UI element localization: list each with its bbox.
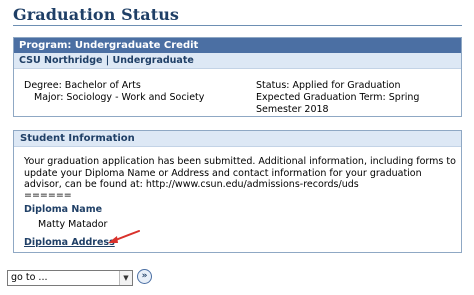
diploma-address-link[interactable]: Diploma Address xyxy=(24,237,115,249)
title-divider xyxy=(13,25,462,26)
chevron-down-icon[interactable]: ▼ xyxy=(119,271,132,285)
goto-selected-value: go to ... xyxy=(11,272,48,283)
graduation-message: Your graduation application has been sub… xyxy=(24,156,456,190)
degree-text: Degree: Bachelor of Arts xyxy=(24,80,141,91)
status-text: Status: Applied for Graduation xyxy=(256,80,401,91)
expected-term-text: Expected Graduation Term: Spring Semeste… xyxy=(256,92,420,115)
major-text: Major: Sociology - Work and Society xyxy=(34,92,205,103)
student-info-header: Student Information xyxy=(14,131,461,147)
annotation-arrow-icon xyxy=(108,230,140,243)
goto-button[interactable]: » xyxy=(137,269,152,284)
program-details: Degree: Bachelor of Arts Major: Sociolog… xyxy=(14,69,461,117)
program-header: Program: Undergraduate Credit xyxy=(14,38,461,53)
diploma-name-label: Diploma Name xyxy=(24,203,103,215)
separator-text: ====== xyxy=(24,189,72,201)
student-info-panel: Student Information Your graduation appl… xyxy=(13,130,462,253)
program-panel: Program: Undergraduate Credit CSU Northr… xyxy=(13,37,462,117)
page-title: Graduation Status xyxy=(13,5,180,24)
student-info-body: Your graduation application has been sub… xyxy=(14,147,461,248)
diploma-name-value: Matty Matador xyxy=(38,219,108,230)
program-subheader: CSU Northridge | Undergraduate xyxy=(14,53,461,69)
goto-select[interactable]: go to ... ▼ xyxy=(7,270,133,286)
